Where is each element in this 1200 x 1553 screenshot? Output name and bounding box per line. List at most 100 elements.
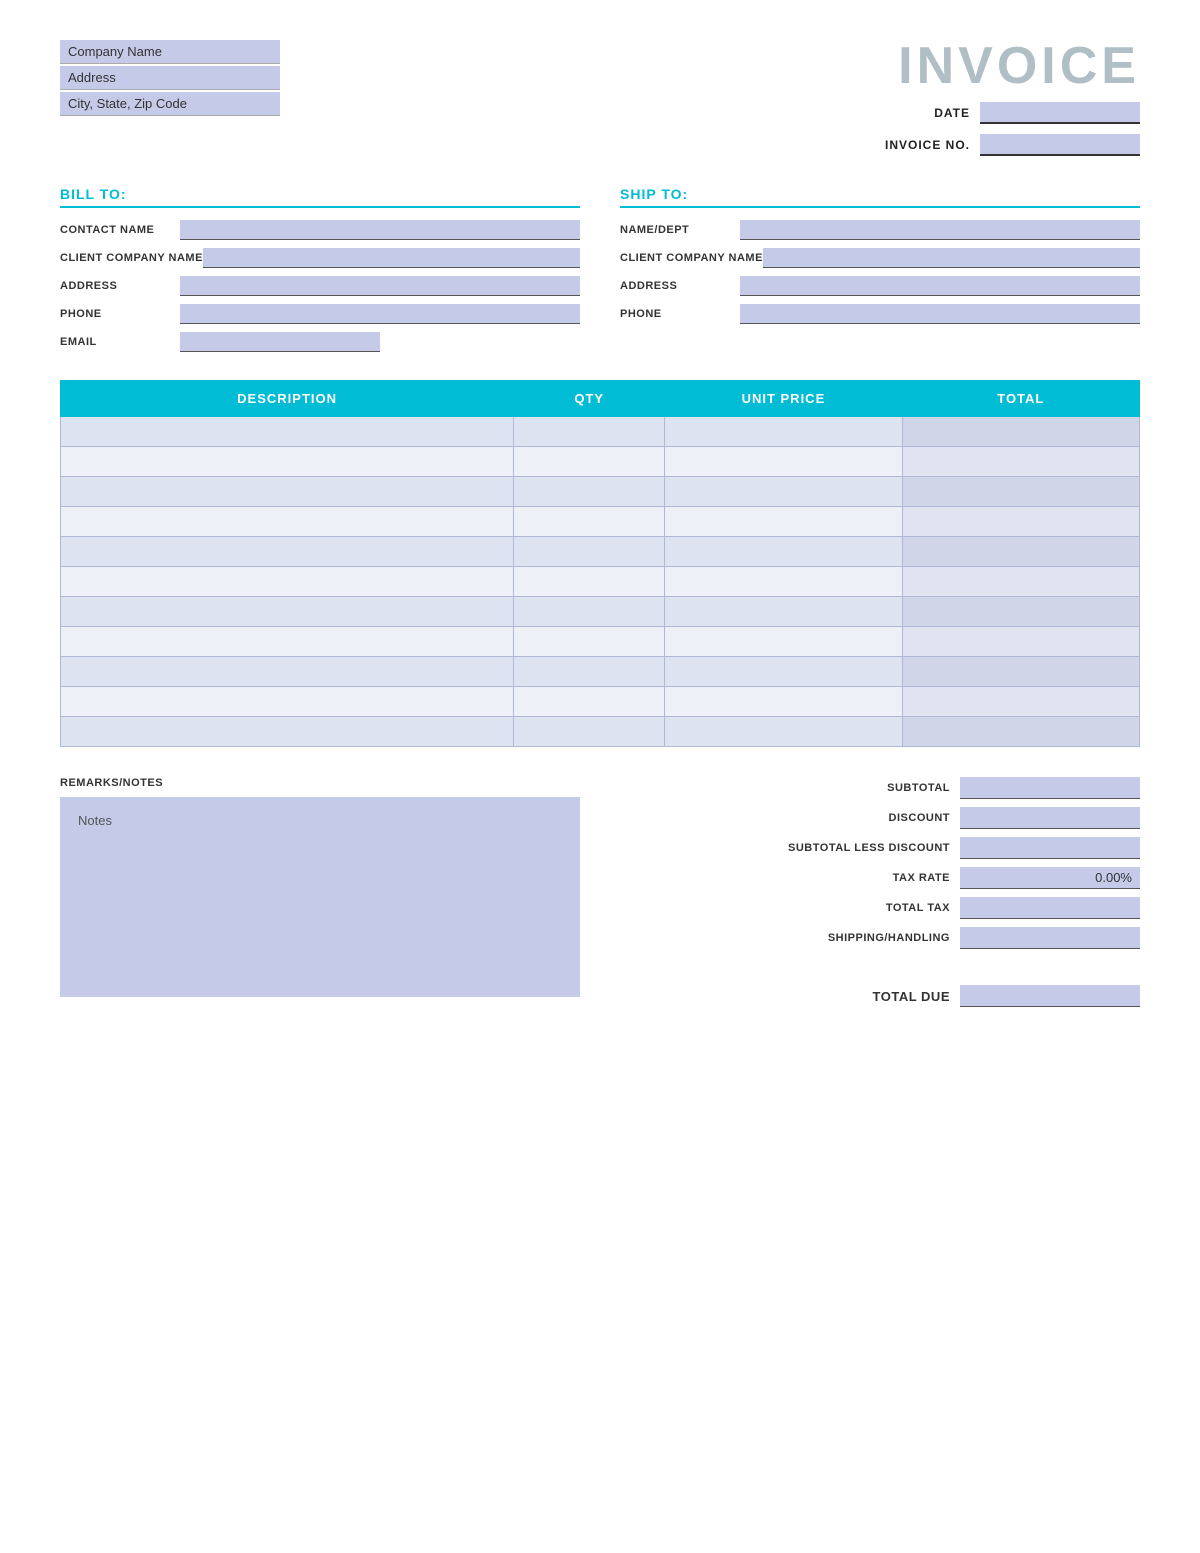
- date-invoice-block: DATE INVOICE NO.: [885, 102, 1140, 156]
- subtotal-field[interactable]: [960, 777, 1140, 799]
- table-row: [61, 477, 1140, 507]
- row9-unit-price[interactable]: [665, 657, 902, 687]
- spacer: [620, 957, 1140, 977]
- row4-desc[interactable]: [61, 507, 514, 537]
- invoice-header: Company Name Address City, State, Zip Co…: [60, 40, 1140, 156]
- col-qty: QTY: [514, 381, 665, 417]
- ship-to-block: SHIP TO: NAME/DEPT CLIENT COMPANY NAME A…: [620, 186, 1140, 360]
- row10-total[interactable]: [902, 687, 1139, 717]
- ship-name-label: NAME/DEPT: [620, 224, 740, 236]
- row8-desc[interactable]: [61, 627, 514, 657]
- row8-qty[interactable]: [514, 627, 665, 657]
- ship-to-title: SHIP TO:: [620, 186, 1140, 208]
- ship-phone-label: PHONE: [620, 308, 740, 320]
- row1-total[interactable]: [902, 417, 1139, 447]
- ship-address-field[interactable]: [740, 276, 1140, 296]
- row9-desc[interactable]: [61, 657, 514, 687]
- tax-rate-field[interactable]: 0.00%: [960, 867, 1140, 889]
- items-table: DESCRIPTION QTY UNIT PRICE TOTAL: [60, 380, 1140, 747]
- row10-qty[interactable]: [514, 687, 665, 717]
- row11-unit-price[interactable]: [665, 717, 902, 747]
- row10-desc[interactable]: [61, 687, 514, 717]
- row2-desc[interactable]: [61, 447, 514, 477]
- table-row: [61, 447, 1140, 477]
- row11-qty[interactable]: [514, 717, 665, 747]
- table-row: [61, 417, 1140, 447]
- row1-qty[interactable]: [514, 417, 665, 447]
- row2-total[interactable]: [902, 447, 1139, 477]
- ship-address-row: ADDRESS: [620, 276, 1140, 296]
- row3-qty[interactable]: [514, 477, 665, 507]
- date-field[interactable]: [980, 102, 1140, 124]
- ship-name-row: NAME/DEPT: [620, 220, 1140, 240]
- row6-qty[interactable]: [514, 567, 665, 597]
- row3-desc[interactable]: [61, 477, 514, 507]
- row5-total[interactable]: [902, 537, 1139, 567]
- bill-contact-row: CONTACT NAME: [60, 220, 580, 240]
- row7-desc[interactable]: [61, 597, 514, 627]
- total-due-field[interactable]: [960, 985, 1140, 1007]
- row4-qty[interactable]: [514, 507, 665, 537]
- row6-total[interactable]: [902, 567, 1139, 597]
- date-row: DATE: [934, 102, 1140, 124]
- bill-contact-field[interactable]: [180, 220, 580, 240]
- company-name-field[interactable]: Company Name: [60, 40, 280, 64]
- total-tax-field[interactable]: [960, 897, 1140, 919]
- row11-desc[interactable]: [61, 717, 514, 747]
- row8-unit-price[interactable]: [665, 627, 902, 657]
- bill-contact-label: CONTACT NAME: [60, 224, 180, 236]
- row6-desc[interactable]: [61, 567, 514, 597]
- row7-unit-price[interactable]: [665, 597, 902, 627]
- company-address-field[interactable]: Address: [60, 66, 280, 90]
- notes-label: Notes: [70, 807, 570, 834]
- row5-desc[interactable]: [61, 537, 514, 567]
- row6-unit-price[interactable]: [665, 567, 902, 597]
- ship-phone-field[interactable]: [740, 304, 1140, 324]
- table-row: [61, 567, 1140, 597]
- row1-unit-price[interactable]: [665, 417, 902, 447]
- row5-unit-price[interactable]: [665, 537, 902, 567]
- bill-company-label: CLIENT COMPANY NAME: [60, 252, 203, 264]
- row11-total[interactable]: [902, 717, 1139, 747]
- company-city-field[interactable]: City, State, Zip Code: [60, 92, 280, 116]
- bill-address-field[interactable]: [180, 276, 580, 296]
- ship-name-field[interactable]: [740, 220, 1140, 240]
- row9-qty[interactable]: [514, 657, 665, 687]
- table-header-row: DESCRIPTION QTY UNIT PRICE TOTAL: [61, 381, 1140, 417]
- bill-email-row: EMAIL: [60, 332, 580, 352]
- row7-total[interactable]: [902, 597, 1139, 627]
- row2-unit-price[interactable]: [665, 447, 902, 477]
- row7-qty[interactable]: [514, 597, 665, 627]
- row3-unit-price[interactable]: [665, 477, 902, 507]
- row9-total[interactable]: [902, 657, 1139, 687]
- bill-email-label: EMAIL: [60, 336, 180, 348]
- row8-total[interactable]: [902, 627, 1139, 657]
- bill-phone-field[interactable]: [180, 304, 580, 324]
- row3-total[interactable]: [902, 477, 1139, 507]
- row4-total[interactable]: [902, 507, 1139, 537]
- shipping-row: SHIPPING/HANDLING: [620, 927, 1140, 949]
- subtotal-less-field[interactable]: [960, 837, 1140, 859]
- bill-email-field[interactable]: [180, 332, 380, 352]
- invoice-title: INVOICE: [885, 40, 1140, 92]
- bill-company-field[interactable]: [203, 248, 580, 268]
- notes-block: REMARKS/NOTES Notes: [60, 777, 580, 1007]
- date-label: DATE: [934, 106, 970, 120]
- row10-unit-price[interactable]: [665, 687, 902, 717]
- row1-desc[interactable]: [61, 417, 514, 447]
- table-row: [61, 657, 1140, 687]
- tax-rate-label: TAX RATE: [750, 872, 950, 884]
- invoice-no-field[interactable]: [980, 134, 1140, 156]
- row2-qty[interactable]: [514, 447, 665, 477]
- bill-address-row: ADDRESS: [60, 276, 580, 296]
- invoice-no-row: INVOICE NO.: [885, 134, 1140, 156]
- subtotal-label: SUBTOTAL: [750, 782, 950, 794]
- notes-area[interactable]: Notes: [60, 797, 580, 997]
- row4-unit-price[interactable]: [665, 507, 902, 537]
- row5-qty[interactable]: [514, 537, 665, 567]
- discount-field[interactable]: [960, 807, 1140, 829]
- table-row: [61, 627, 1140, 657]
- ship-company-field[interactable]: [763, 248, 1140, 268]
- bill-phone-label: PHONE: [60, 308, 180, 320]
- shipping-field[interactable]: [960, 927, 1140, 949]
